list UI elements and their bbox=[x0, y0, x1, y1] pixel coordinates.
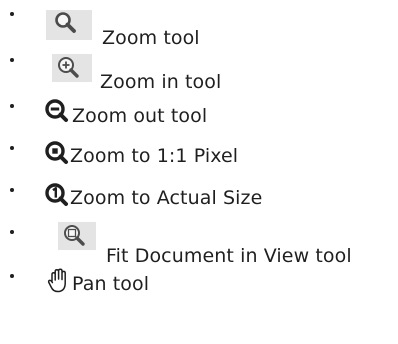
bullet bbox=[10, 58, 14, 62]
list-item-zoom-out-tool: Zoom out tool bbox=[0, 96, 398, 136]
zoom-in-icon bbox=[52, 54, 92, 82]
list-item-fit-document: Fit Document in View tool bbox=[0, 222, 398, 267]
magnifier-icon bbox=[46, 10, 92, 40]
bullet bbox=[10, 230, 14, 234]
list-item-pan-tool: Pan tool bbox=[0, 266, 398, 306]
tool-label: Zoom to 1:1 Pixel bbox=[70, 145, 239, 167]
bullet bbox=[10, 146, 14, 150]
tool-label: Zoom to Actual Size bbox=[70, 187, 263, 209]
list-item-zoom-tool: Zoom tool bbox=[0, 4, 398, 49]
zoom-to-pixel-icon bbox=[44, 138, 70, 168]
tool-list: Zoom tool Zoom in tool Zoom out tool Zoo… bbox=[0, 0, 398, 344]
tool-label: Fit Document in View tool bbox=[106, 245, 352, 267]
list-item-zoom-actual-size: Zoom to Actual Size bbox=[0, 180, 398, 220]
hand-icon bbox=[46, 268, 72, 296]
tool-label: Zoom in tool bbox=[100, 71, 222, 93]
tool-label: Zoom tool bbox=[102, 27, 200, 49]
tool-label: Zoom out tool bbox=[72, 105, 208, 127]
bullet bbox=[10, 274, 14, 278]
list-item-zoom-to-pixel: Zoom to 1:1 Pixel bbox=[0, 138, 398, 178]
zoom-actual-size-icon bbox=[44, 180, 70, 210]
list-item-zoom-in-tool: Zoom in tool bbox=[0, 50, 398, 93]
bullet bbox=[10, 12, 14, 16]
tool-label: Pan tool bbox=[72, 273, 150, 295]
bullet bbox=[10, 104, 14, 108]
zoom-out-icon bbox=[44, 96, 70, 126]
fit-document-icon bbox=[58, 222, 96, 250]
bullet bbox=[10, 188, 14, 192]
